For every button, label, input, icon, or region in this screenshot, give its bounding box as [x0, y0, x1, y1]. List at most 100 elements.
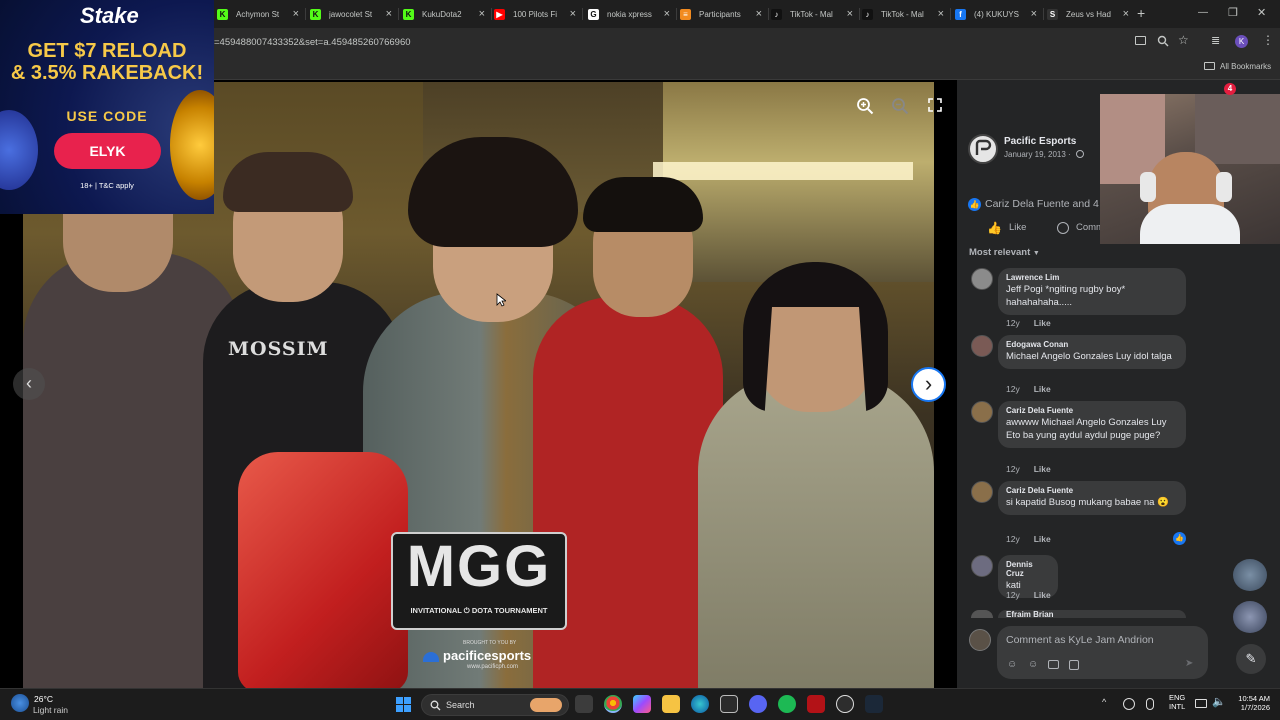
page-avatar[interactable]: [968, 134, 998, 164]
my-avatar[interactable]: [969, 629, 991, 651]
stake-ad[interactable]: Stake GET $7 RELOAD & 3.5% RAKEBACK! USE…: [0, 0, 214, 214]
fullscreen-icon[interactable]: [928, 98, 942, 112]
comment-age[interactable]: 12y: [1006, 534, 1020, 544]
sort-dropdown[interactable]: Most relevant ▼: [969, 247, 1040, 258]
obs-icon[interactable]: [836, 695, 854, 713]
post-date[interactable]: January 19, 2013 ·: [1004, 150, 1071, 159]
commenter-avatar[interactable]: [971, 401, 993, 423]
comment-age[interactable]: 12y: [1006, 590, 1020, 600]
bookmark-star-icon[interactable]: ☆: [1178, 33, 1189, 47]
tab-close-icon[interactable]: ×: [479, 8, 485, 20]
all-bookmarks[interactable]: All Bookmarks: [1220, 62, 1271, 71]
copilot-icon[interactable]: [633, 695, 651, 713]
new-tab-button[interactable]: +: [1137, 5, 1145, 21]
chat-head-avatar[interactable]: [1233, 601, 1267, 633]
file-explorer-icon[interactable]: [662, 695, 680, 713]
comment-like-button[interactable]: Like: [1034, 534, 1051, 544]
volume-icon[interactable]: 🔈: [1212, 695, 1226, 708]
browser-tab[interactable]: ♪ TikTok - Mal ×: [862, 4, 944, 24]
commenter-avatar[interactable]: [971, 481, 993, 503]
tab-close-icon[interactable]: ×: [847, 8, 853, 20]
browser-tab[interactable]: f (4) KUKUYS ×: [955, 4, 1037, 24]
like-button[interactable]: Like: [1009, 222, 1026, 233]
tab-close-icon[interactable]: ×: [293, 8, 299, 20]
avatar-sticker-icon[interactable]: ☺: [1007, 659, 1017, 670]
chat-head-avatar[interactable]: [1233, 559, 1267, 591]
commenter-avatar[interactable]: [971, 335, 993, 357]
commenter-name[interactable]: Cariz Dela Fuente: [1006, 486, 1178, 495]
comment-input[interactable]: Comment as KyLe Jam Andrion ☺ ☺ ➤: [997, 626, 1208, 679]
chrome-icon[interactable]: [604, 695, 622, 713]
browser-tab[interactable]: ≡ Participants ×: [680, 4, 762, 24]
steam-icon[interactable]: [865, 695, 883, 713]
weather-temp[interactable]: 26°C: [34, 694, 53, 704]
network-icon[interactable]: [1195, 699, 1207, 708]
tab-search-icon[interactable]: ≣: [1211, 34, 1220, 47]
commenter-name[interactable]: Lawrence Lim: [1006, 273, 1178, 282]
install-app-icon[interactable]: [1135, 36, 1146, 45]
previous-photo-button[interactable]: ‹: [13, 368, 45, 400]
app-red-icon[interactable]: [807, 695, 825, 713]
minimize-button[interactable]: —: [1198, 7, 1208, 18]
browser-tab[interactable]: K Achymon St ×: [217, 4, 299, 24]
address-bar[interactable]: =459488007433352&set=a.459485260766960: [214, 37, 411, 48]
commenter-name[interactable]: Efraim Brian: [1006, 610, 1178, 618]
comment-like-reaction-icon[interactable]: 👍: [1173, 532, 1186, 545]
discord-icon[interactable]: [749, 695, 767, 713]
commenter-name[interactable]: Dennis Cruz: [1006, 560, 1050, 578]
send-icon[interactable]: ➤: [1185, 658, 1193, 669]
maximize-button[interactable]: ❐: [1228, 6, 1238, 19]
notification-badge[interactable]: 4: [1224, 83, 1236, 95]
commenter-avatar[interactable]: [971, 555, 993, 577]
emoji-icon[interactable]: ☺: [1028, 659, 1038, 670]
windows-start-icon[interactable]: [396, 697, 412, 713]
clock[interactable]: 10:54 AM 1/7/2026: [1230, 694, 1270, 712]
camera-icon[interactable]: [1048, 660, 1059, 669]
page-name[interactable]: Pacific Esports: [1004, 136, 1076, 147]
spotify-icon[interactable]: [778, 695, 796, 713]
ad-code-button[interactable]: ELYK: [54, 133, 161, 169]
tab-close-icon[interactable]: ×: [386, 8, 392, 20]
tab-close-icon[interactable]: ×: [756, 8, 762, 20]
commenter-name[interactable]: Cariz Dela Fuente: [1006, 406, 1178, 415]
close-window-button[interactable]: ✕: [1257, 6, 1266, 19]
profile-avatar[interactable]: K: [1235, 35, 1248, 48]
tab-close-icon[interactable]: ×: [570, 8, 576, 20]
browser-tab[interactable]: Kjawocolet St ×: [310, 4, 392, 24]
comment-age[interactable]: 12y: [1006, 384, 1020, 394]
comment-age[interactable]: 12y: [1006, 464, 1020, 474]
browser-tab[interactable]: S Zeus vs Had ×: [1047, 4, 1129, 24]
zoom-icon[interactable]: [1157, 35, 1169, 47]
commenter-avatar[interactable]: [971, 610, 993, 618]
tab-close-icon[interactable]: ×: [1031, 8, 1037, 20]
taskbar-search-box[interactable]: Search: [421, 694, 569, 716]
store-icon[interactable]: [720, 695, 738, 713]
new-message-icon[interactable]: ✎: [1236, 644, 1266, 674]
next-photo-button[interactable]: ›: [911, 367, 946, 402]
weather-desc[interactable]: Light rain: [33, 705, 68, 715]
tray-app-icon[interactable]: [1123, 698, 1135, 710]
edge-icon[interactable]: [691, 695, 709, 713]
browser-tab[interactable]: K KukuDota2 ×: [403, 4, 485, 24]
zoom-out-icon[interactable]: [891, 97, 909, 115]
microphone-icon[interactable]: [1146, 698, 1154, 710]
task-view-icon[interactable]: [575, 695, 593, 713]
tab-close-icon[interactable]: ×: [1123, 8, 1129, 20]
zoom-in-icon[interactable]: [856, 97, 874, 115]
reactions-summary[interactable]: Cariz Dela Fuente and 4: [985, 198, 1099, 210]
tab-close-icon[interactable]: ×: [938, 8, 944, 20]
tab-close-icon[interactable]: ×: [664, 8, 670, 20]
browser-tab[interactable]: ▶ 100 Pilots Fi ×: [494, 4, 576, 24]
browser-tab[interactable]: ♪ TikTok - Mal ×: [771, 4, 853, 24]
language-indicator[interactable]: ENG INTL: [1169, 693, 1185, 711]
tray-overflow-icon[interactable]: ^: [1102, 697, 1106, 707]
comment-like-button[interactable]: Like: [1034, 318, 1051, 328]
commenter-avatar[interactable]: [971, 268, 993, 290]
comment-like-button[interactable]: Like: [1034, 590, 1051, 600]
commenter-name[interactable]: Edogawa Conan: [1006, 340, 1178, 349]
comment-like-button[interactable]: Like: [1034, 464, 1051, 474]
comment-like-button[interactable]: Like: [1034, 384, 1051, 394]
comment-age[interactable]: 12y: [1006, 318, 1020, 328]
menu-kebab-icon[interactable]: ⋮: [1262, 33, 1274, 47]
sticker-icon[interactable]: [1069, 660, 1079, 670]
